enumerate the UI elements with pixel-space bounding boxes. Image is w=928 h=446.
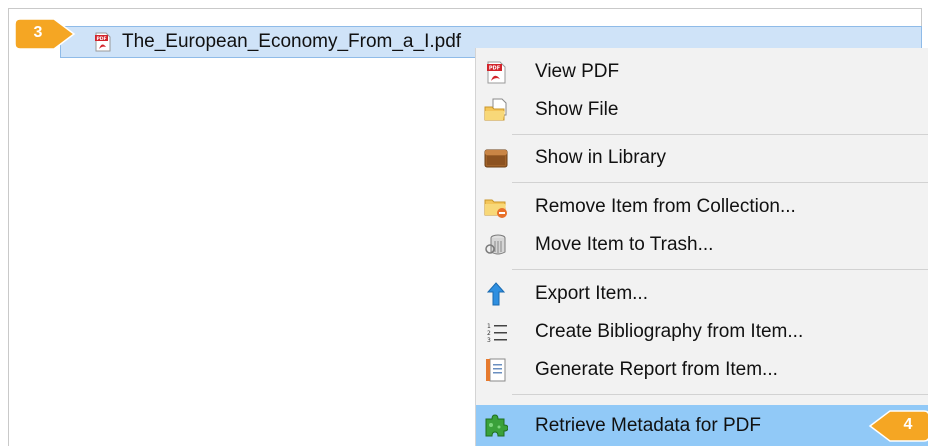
pdf-icon: PDF (487, 61, 506, 84)
library-box-icon (484, 149, 508, 168)
menu-item-label: Export Item... (535, 283, 648, 304)
svg-text:2: 2 (487, 330, 491, 337)
step-3-number: 3 (33, 24, 43, 41)
menu-item-remove-from-collection[interactable]: Remove Item from Collection... (476, 188, 928, 226)
svg-text:PDF: PDF (96, 36, 106, 42)
svg-text:PDF: PDF (489, 66, 500, 72)
menu-item-show-in-library[interactable]: Show in Library (476, 139, 928, 177)
context-menu: PDF View PDF Show File Show in Library R… (475, 48, 928, 446)
svg-text:3: 3 (487, 337, 491, 344)
menu-item-create-bibliography[interactable]: 1 2 3 Create Bibliography from Item... (476, 313, 928, 351)
menu-item-label: Create Bibliography from Item... (535, 321, 804, 342)
menu-separator (512, 394, 928, 395)
folder-remove-icon (484, 199, 507, 218)
menu-separator (512, 182, 928, 183)
menu-item-label: Remove Item from Collection... (535, 196, 796, 217)
report-icon (486, 358, 506, 382)
menu-item-show-file[interactable]: Show File (476, 91, 928, 129)
step-3-callout: 3 (14, 18, 78, 50)
svg-text:1: 1 (487, 323, 491, 330)
menu-item-move-to-trash[interactable]: Move Item to Trash... (476, 226, 928, 264)
menu-item-export-item[interactable]: Export Item... (476, 275, 928, 313)
pdf-icon: PDF (95, 32, 111, 52)
menu-item-generate-report[interactable]: Generate Report from Item... (476, 351, 928, 389)
puzzle-icon (485, 414, 508, 437)
menu-separator (512, 269, 928, 270)
menu-item-retrieve-metadata[interactable]: Retrieve Metadata for PDF (476, 405, 928, 446)
step-4-callout: 4 (866, 410, 928, 442)
menu-item-view-pdf[interactable]: PDF View PDF (476, 53, 928, 91)
menu-item-label: Show in Library (535, 147, 666, 168)
menu-item-label: Retrieve Metadata for PDF (535, 414, 761, 436)
file-name: The_European_Economy_From_a_I.pdf (122, 31, 462, 52)
menu-item-label: Show File (535, 99, 619, 120)
menu-item-label: Generate Report from Item... (535, 359, 778, 380)
menu-item-label: Move Item to Trash... (535, 234, 714, 255)
menu-item-label: View PDF (535, 61, 620, 82)
folder-file-icon (484, 98, 507, 121)
numbered-list-icon: 1 2 3 (487, 323, 507, 344)
step-4-number: 4 (903, 416, 913, 433)
menu-separator (512, 134, 928, 135)
export-arrow-icon (486, 282, 506, 306)
trash-icon (485, 234, 506, 255)
